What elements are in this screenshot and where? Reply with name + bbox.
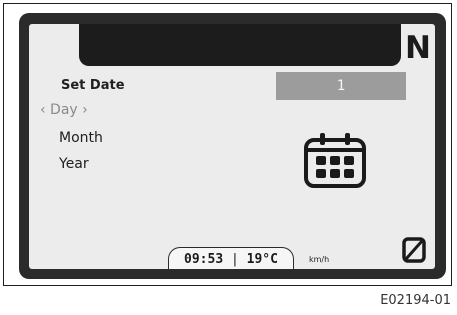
status-bar: 09:53 | 19°C (168, 247, 294, 269)
top-bar (79, 24, 401, 66)
menu-item-year[interactable]: Year (59, 157, 89, 171)
menu-item-month[interactable]: Month (59, 131, 103, 145)
menu-item-day[interactable]: ‹ Day › (40, 103, 88, 117)
menu-title: Set Date (61, 78, 125, 93)
status-readout: 09:53 | 19°C (169, 253, 293, 266)
svg-text:0: 0 (401, 236, 402, 237)
dashboard-screen: N Set Date ‹ Day › Month Year 1 09:53 | … (29, 24, 435, 269)
calendar-icon (304, 133, 366, 188)
date-value-field[interactable]: 1 (276, 72, 406, 100)
figure-id: E02194-01 (380, 293, 451, 308)
speed-unit: km/h (309, 255, 330, 264)
clock-time: 09:53 (184, 252, 224, 267)
status-separator: | (231, 252, 239, 267)
figure-frame: N Set Date ‹ Day › Month Year 1 09:53 | … (3, 3, 452, 286)
odometer-zero-digit: 0 (401, 236, 426, 263)
temperature: 19°C (246, 252, 278, 267)
gear-indicator: N (405, 30, 431, 66)
